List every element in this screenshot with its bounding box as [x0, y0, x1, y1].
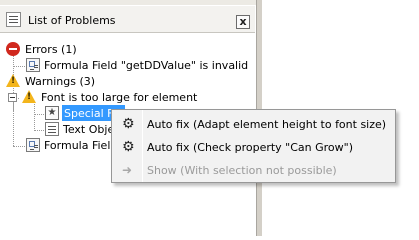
- panel-top-strip: [0, 0, 262, 5]
- errors-group-label: Errors (1): [25, 43, 77, 56]
- font-warning-label: Font is too large for element: [41, 91, 198, 104]
- menu-item-auto-fix-can-grow[interactable]: ⚙ Auto fix (Check property "Can Grow"): [114, 136, 393, 158]
- tree-node-warnings[interactable]: Warnings (3): [6, 73, 246, 89]
- tree-connector: [13, 146, 25, 147]
- gear-icon: ⚙: [122, 139, 135, 155]
- list-icon: [6, 12, 21, 27]
- panel-title: List of Problems: [28, 14, 116, 27]
- gear-icon: ⚙: [122, 116, 135, 132]
- tree-node-error-item[interactable]: Formula Field "getDDValue" is invalid: [26, 57, 251, 73]
- text-object-icon: [45, 122, 59, 136]
- arrow-right-icon: ➜: [122, 163, 133, 177]
- panel-header: List of Problems x: [0, 6, 255, 33]
- context-menu: ⚙ Auto fix (Adapt element height to font…: [111, 109, 396, 183]
- menu-item-label: Auto fix (Adapt element height to font s…: [147, 118, 387, 131]
- tree-connector: [34, 130, 44, 131]
- formula-field-icon: [26, 58, 40, 72]
- formula-field-label: Formula Field: [44, 139, 118, 152]
- menu-item-show[interactable]: ➜ Show (With selection not possible): [114, 159, 393, 181]
- menu-item-label: Show (With selection not possible): [147, 164, 337, 177]
- tree-connector: [34, 104, 35, 131]
- special-field-icon: ★: [45, 106, 59, 120]
- tree-node-text-object[interactable]: Text Obje: [45, 121, 115, 137]
- tree-node-special-field[interactable]: ★ Special Fie: [45, 105, 126, 121]
- warning-icon: [6, 74, 20, 87]
- warning-icon: [22, 90, 36, 103]
- tree-node-formula-field[interactable]: Formula Field: [26, 137, 118, 153]
- error-icon: [6, 42, 20, 56]
- tree-node-errors[interactable]: Errors (1): [6, 41, 246, 57]
- menu-item-auto-fix-height[interactable]: ⚙ Auto fix (Adapt element height to font…: [114, 113, 393, 135]
- close-button[interactable]: x: [236, 15, 250, 29]
- tree-connector: [34, 114, 44, 115]
- text-object-label: Text Obje: [63, 123, 115, 136]
- collapse-toggle-icon[interactable]: [8, 93, 17, 102]
- tree-connector: [13, 66, 25, 67]
- tree-node-font-warning[interactable]: Font is too large for element: [8, 89, 248, 105]
- warnings-group-label: Warnings (3): [25, 75, 96, 88]
- menu-item-label: Auto fix (Check property "Can Grow"): [147, 141, 354, 154]
- error-item-label: Formula Field "getDDValue" is invalid: [44, 59, 249, 72]
- formula-field-icon: [26, 138, 40, 152]
